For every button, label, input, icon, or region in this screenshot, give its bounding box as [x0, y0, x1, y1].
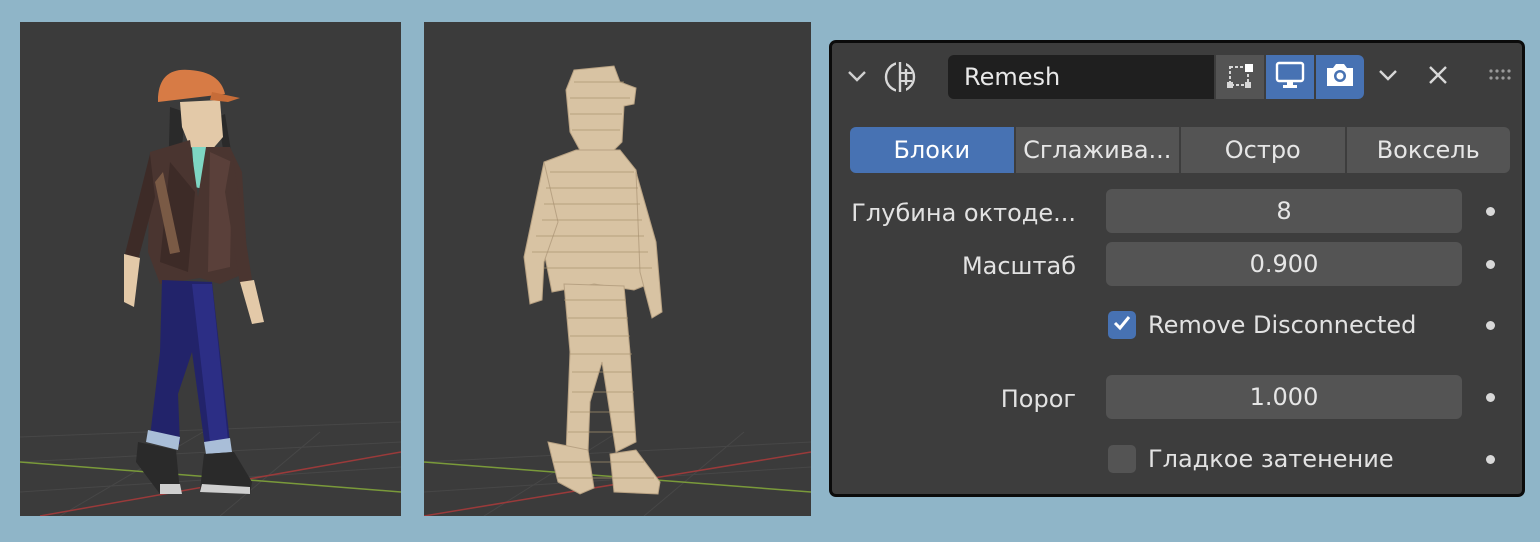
octree-depth-field[interactable]: 8: [1106, 189, 1462, 233]
threshold-label: Порог: [1000, 385, 1076, 413]
chevron-down-icon: [1376, 63, 1400, 91]
remove-disconnected-label: Remove Disconnected: [1148, 311, 1417, 339]
smooth-shading-label: Гладкое затенение: [1148, 445, 1394, 473]
edit-mode-icon: [1224, 59, 1256, 95]
keyframe-dot-threshold[interactable]: [1486, 393, 1495, 402]
smooth-shading-checkbox[interactable]: [1108, 445, 1136, 473]
low-poly-character-render: [20, 69, 401, 516]
remesh-modifier-panel: Remesh Блоки Сглажива... Остро Воксель Г…: [829, 40, 1525, 497]
drag-handle-icon[interactable]: [1488, 67, 1514, 86]
keyframe-dot-octree-depth[interactable]: [1486, 207, 1495, 216]
keyframe-dot-smooth-shading[interactable]: [1486, 455, 1495, 464]
close-icon: [1426, 63, 1450, 91]
tab-smooth[interactable]: Сглажива...: [1015, 127, 1179, 173]
scale-field[interactable]: 0.900: [1106, 242, 1462, 286]
keyframe-dot-scale[interactable]: [1486, 260, 1495, 269]
tab-voxel[interactable]: Воксель: [1346, 127, 1510, 173]
tab-sharp[interactable]: Остро: [1181, 127, 1345, 173]
tab-blocks[interactable]: Блоки: [850, 127, 1014, 173]
remesh-modifier-icon: [882, 59, 922, 99]
camera-icon: [1323, 60, 1357, 94]
viewport-original-mesh[interactable]: [20, 22, 401, 516]
octree-depth-label: Глубина октоде...: [851, 199, 1076, 227]
edit-mode-toggle[interactable]: [1216, 55, 1264, 99]
close-button[interactable]: [1418, 55, 1458, 99]
threshold-field[interactable]: 1.000: [1106, 375, 1462, 419]
modifier-name-field[interactable]: Remesh: [948, 55, 1214, 99]
keyframe-dot-remove-disconnected[interactable]: [1486, 321, 1495, 330]
monitor-icon: [1274, 60, 1306, 94]
chevron-down-icon[interactable]: [846, 65, 868, 91]
remesh-mode-tabs: Блоки Сглажива... Остро Воксель: [850, 127, 1510, 173]
remove-disconnected-checkbox[interactable]: [1108, 311, 1136, 339]
viewport-remeshed-result[interactable]: [424, 22, 811, 516]
voxel-character-render: [424, 65, 811, 516]
viewport-display-toggle[interactable]: [1266, 55, 1314, 99]
render-toggle[interactable]: [1316, 55, 1364, 99]
checkmark-icon: [1111, 312, 1133, 338]
scale-label: Масштаб: [961, 252, 1076, 280]
modifier-options-dropdown[interactable]: [1366, 55, 1410, 99]
